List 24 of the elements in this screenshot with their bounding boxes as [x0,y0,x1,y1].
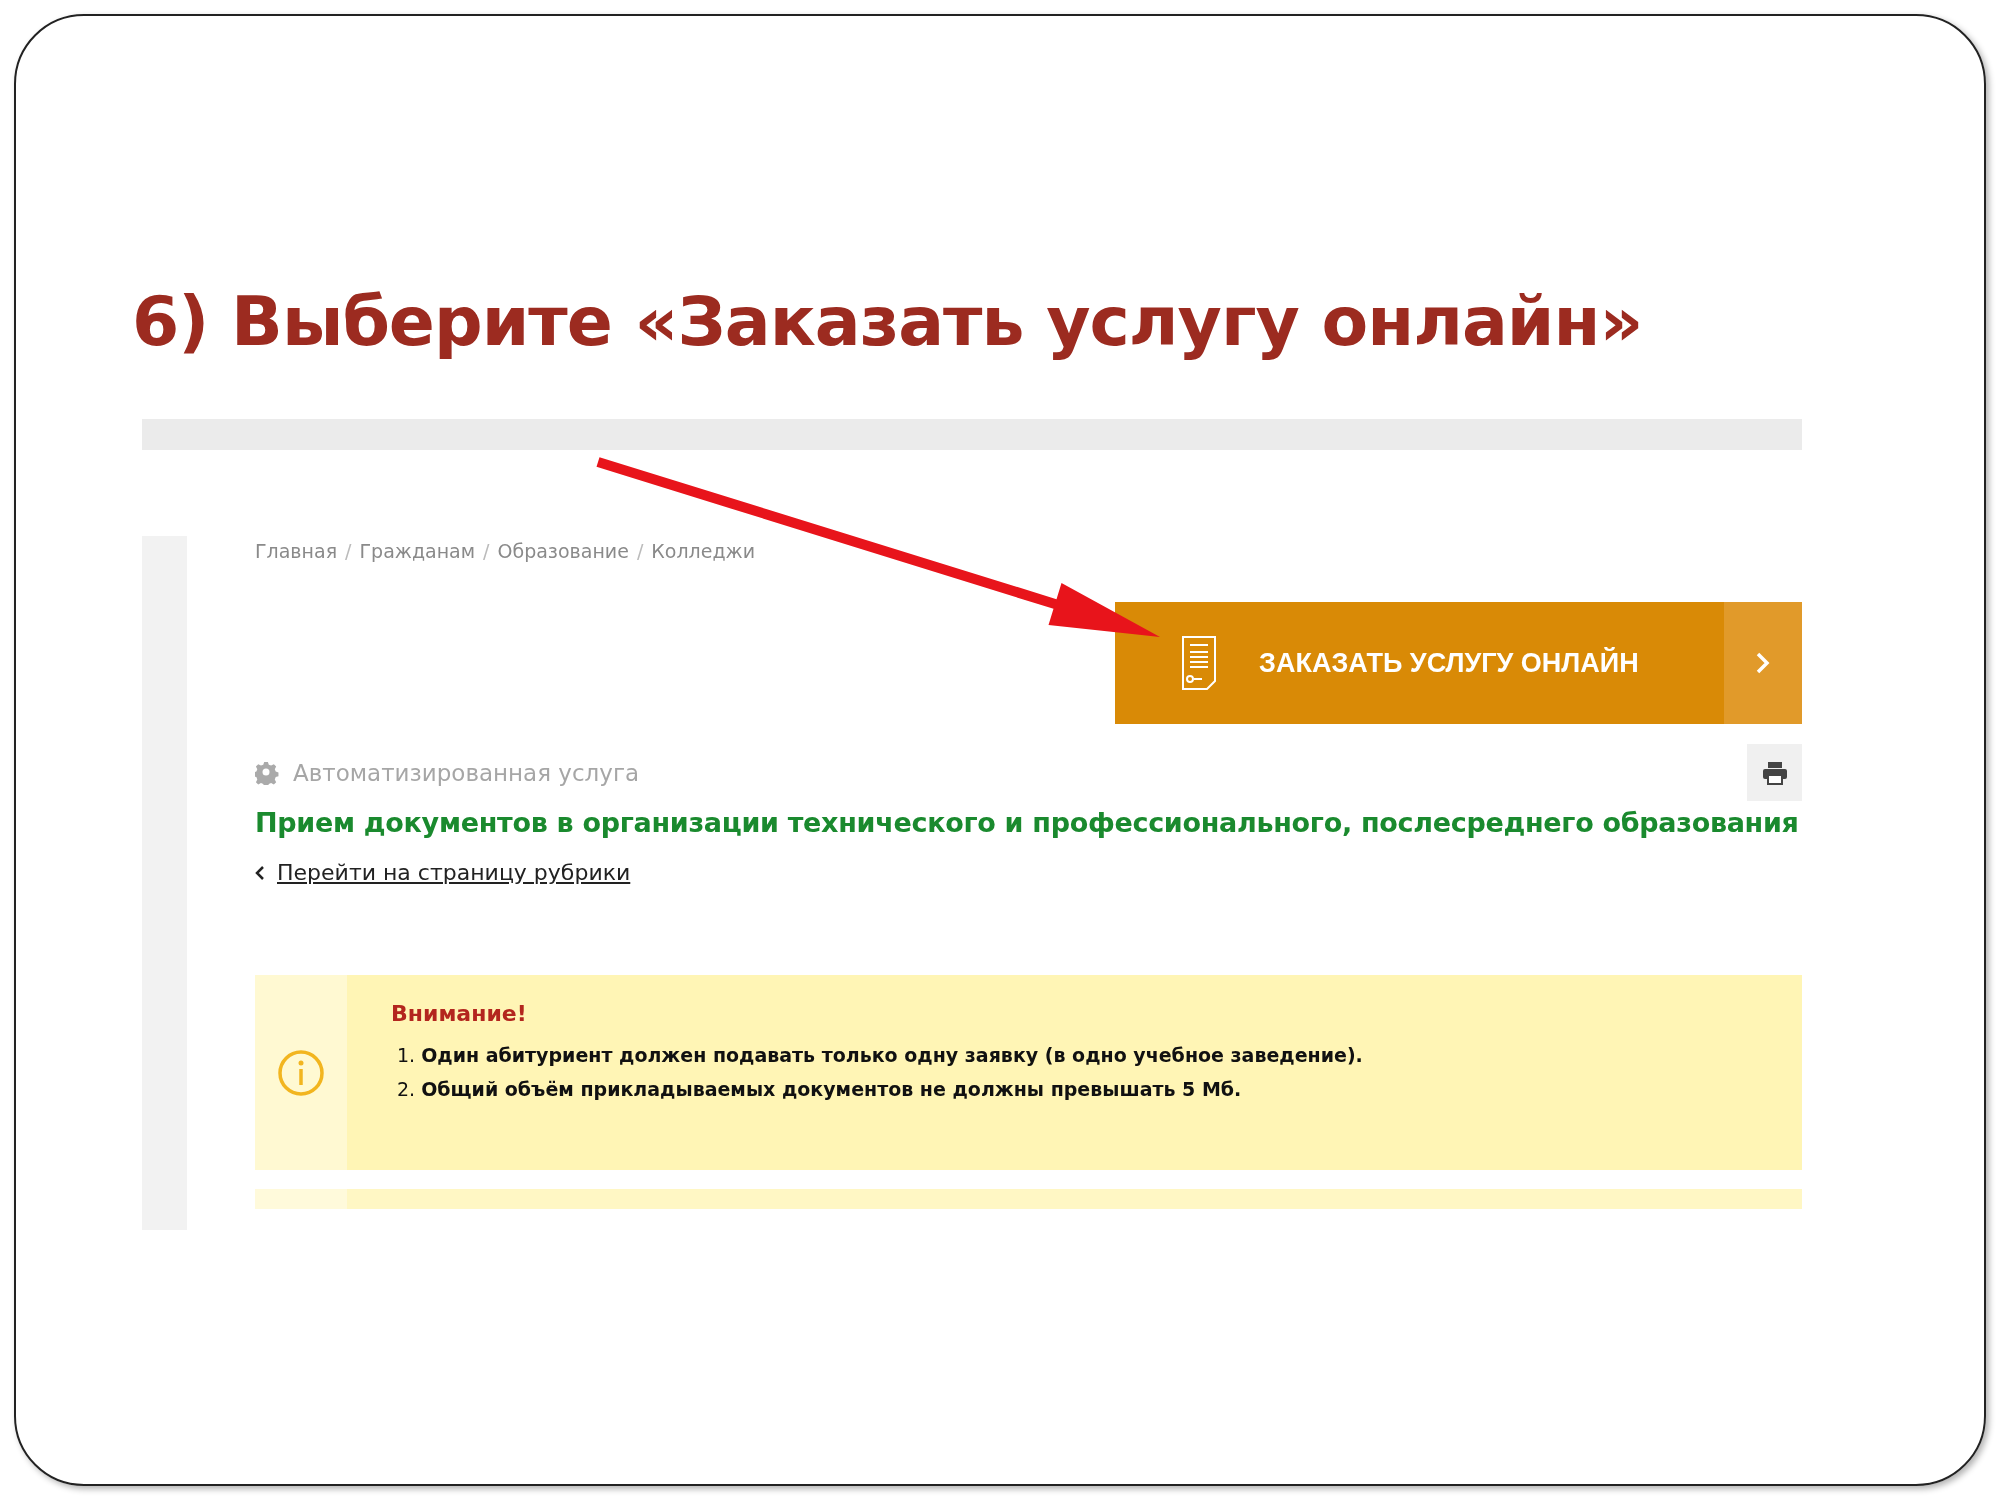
info-icon [277,1048,325,1097]
back-link[interactable]: Перейти на страницу рубрики [277,860,631,885]
notice-title: Внимание! [391,1001,528,1026]
notice-item: Общий объём прикладываемых документов не должны превышать 5 Мб. [421,1078,1242,1100]
breadcrumb-separator: / [345,540,352,562]
item-number: 2. [397,1078,416,1100]
service-type-label: Автоматизированная услуга [293,759,640,786]
gear-icon [255,760,279,785]
chevron-left-icon [255,864,265,881]
order-online-button[interactable]: ЗАКАЗАТЬ УСЛУГУ ОНЛАЙН [1115,602,1802,724]
breadcrumb-link[interactable]: Колледжи [651,540,755,562]
breadcrumb-link[interactable]: Главная [255,540,338,562]
notice-item: Один абитуриент должен подавать только одну заявку (в одно учебное заведение). [421,1044,1363,1066]
service-title: Прием документов в организации технического и профессионального, послесреднего образования [255,807,1800,838]
item-number: 1. [397,1044,416,1066]
breadcrumb-separator: / [483,540,490,562]
print-icon [1761,760,1788,785]
breadcrumb-link[interactable]: Образование [497,540,629,562]
slide-title: 6) Выберите «Заказать услугу онлайн» [132,282,1644,361]
document-icon [1181,635,1217,691]
breadcrumb-link[interactable]: Гражданам [359,540,476,562]
print-button[interactable] [1747,744,1802,801]
chevron-right-icon [1755,651,1771,675]
breadcrumb-separator: / [636,540,644,562]
